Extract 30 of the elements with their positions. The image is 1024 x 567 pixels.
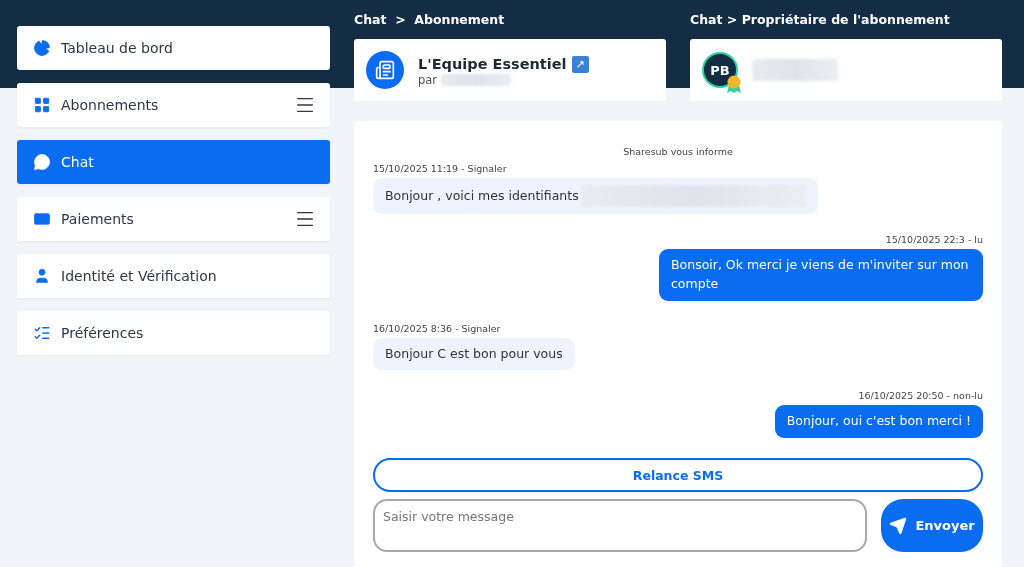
- message-bubble: Bonjour , voici mes identifiants: [373, 178, 818, 214]
- sidebar-item[interactable]: Abonnements: [17, 83, 330, 127]
- subscription-title: L'Equipe Essentiel: [418, 55, 567, 72]
- resend-sms-button[interactable]: Relance SMS: [373, 458, 983, 492]
- chat-icon: [33, 153, 51, 171]
- sidebar-item[interactable]: Tableau de bord: [17, 26, 330, 70]
- message-bubble: Bonsoir, Ok merci je viens de m'inviter sur mon compte: [659, 249, 983, 301]
- external-link-icon[interactable]: ↗: [571, 55, 589, 73]
- message-meta: 16/10/2025 20:50 - non-lu: [858, 390, 983, 402]
- newspaper-icon: [366, 51, 404, 89]
- grid-icon: [33, 96, 51, 114]
- sidebar-item[interactable]: Paiements: [17, 197, 330, 241]
- chat-notice: Sharesub vous informe: [623, 146, 733, 157]
- owner-label: par: [418, 72, 438, 87]
- breadcrumb: Chat > Abonnement: [354, 12, 506, 27]
- message-bubble: Bonjour, oui c'est bon merci !: [774, 405, 983, 438]
- send-button[interactable]: Envoyer: [881, 499, 983, 552]
- sidebar-item[interactable]: Identité et Vérification: [17, 254, 330, 298]
- message-bubble: Bonjour C est bon pour vous: [373, 337, 575, 371]
- pie-chart-icon: [33, 39, 51, 57]
- message-meta: 15/10/2025 22:3 - lu: [885, 234, 983, 245]
- user-icon: [33, 267, 51, 285]
- message-meta: 15/10/2025 11:19 - Signaler: [373, 163, 507, 174]
- message-input[interactable]: Saisir votre message: [373, 499, 867, 552]
- sidebar-item[interactable]: Chat: [17, 140, 330, 184]
- message-meta: 16/10/2025 8:36 - Signaler: [373, 322, 501, 334]
- send-icon: [889, 516, 908, 535]
- sidebar-item[interactable]: Préférences: [17, 311, 330, 355]
- checklist-icon: [33, 324, 51, 342]
- breadcrumb: Chat > Propriétaire de l'abonnement: [690, 12, 951, 27]
